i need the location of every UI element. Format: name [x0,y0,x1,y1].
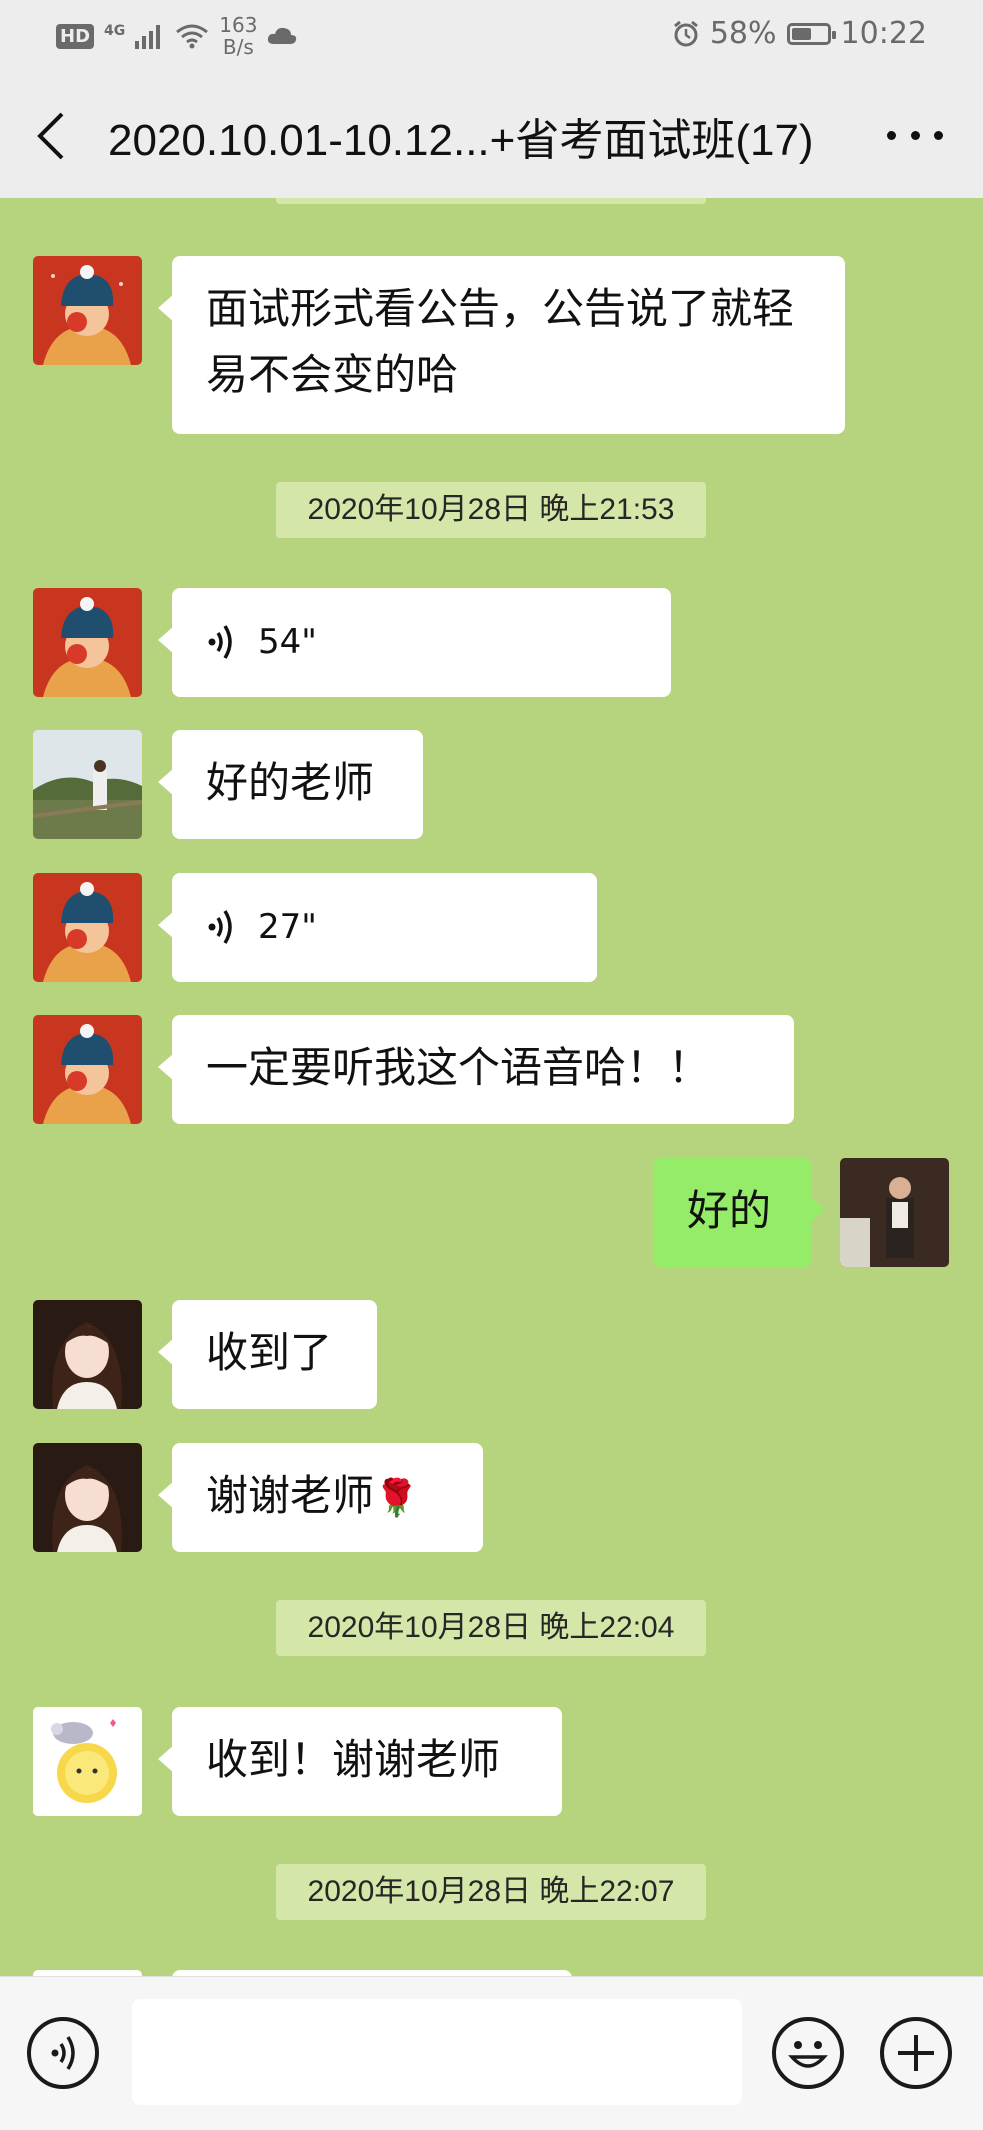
voice-mode-icon[interactable] [27,2017,99,2089]
battery-icon [786,22,836,45]
plus-icon[interactable] [880,2017,952,2089]
avatar-student-girl[interactable] [33,1300,142,1409]
message-text: 一定要听我这个语音哈！！ [206,1043,711,1092]
chat-title: 2020.10.01-10.12...+省考面试班(17) [108,116,814,165]
status-right: 58% 10:22 [672,16,927,51]
status-bar: HD 4G 163 B/s 58% 10:22 [0,0,983,70]
avatar-student-scenery[interactable] [33,730,142,839]
message-text: 收到了 [206,1328,333,1377]
message-text: 收到！谢谢老师 [206,1735,501,1784]
avatar-self[interactable] [840,1158,949,1267]
timestamp-partial [276,198,706,204]
battery-level-fill [791,27,812,40]
message-bubble[interactable]: 收到了 [158,1300,377,1409]
message-bubble[interactable]: 好的老师 [158,730,423,839]
signal-icon [135,25,161,49]
hd-badge: HD [56,23,95,49]
voice-duration: 27" [258,907,317,947]
back-arrow-icon[interactable] [30,108,80,164]
message-text: 谢谢老师 [206,1471,375,1520]
battery-percent: 58% [709,16,777,51]
alarm-icon [673,20,698,46]
avatar-teacher[interactable] [33,588,142,697]
voice-message: 54" [206,609,637,675]
emoji-icon[interactable] [772,2017,844,2089]
chat-header: 2020.10.01-10.12...+省考面试班(17) [0,70,983,198]
timestamp: 2020年10月28日 晚上22:04 [276,1600,706,1656]
message-bubble[interactable]: 面试形式看公告，公告说了就轻易不会变的哈 [158,256,845,434]
wifi-icon [176,24,209,49]
speed-value: 163 [219,13,258,37]
message-text: 好的老师 [206,758,375,807]
more-icon[interactable] [887,110,943,160]
message-bubble-outgoing[interactable]: 好的 [653,1158,825,1267]
message-bubble[interactable]: 收到！谢谢老师 [158,1707,562,1816]
clock: 10:22 [840,16,927,51]
message-bubble[interactable]: 一定要听我这个语音哈！！ [158,1015,794,1124]
voice-wave-icon [208,625,232,659]
timestamp: 2020年10月28日 晚上21:53 [276,482,706,538]
status-left: HD 4G 163 B/s [56,14,297,58]
voice-message-bubble[interactable]: 54" [158,588,671,697]
network-speed: 163 B/s [219,14,257,58]
voice-wave-icon [208,910,232,944]
avatar-teacher[interactable] [33,256,142,365]
timestamp: 2020年10月28日 晚上22:07 [276,1864,706,1920]
input-bar [0,1976,983,2130]
voice-message-bubble[interactable]: 27" [158,873,597,982]
voice-message: 27" [206,894,563,960]
avatar-teacher[interactable] [33,873,142,982]
network-type: 4G [104,23,126,39]
cloud-icon [268,27,297,44]
message-input[interactable] [132,1999,742,2105]
voice-duration: 54" [258,622,317,662]
avatar-student-cartoon[interactable] [33,1707,142,1816]
avatar-teacher[interactable] [33,1015,142,1124]
avatar-student-girl[interactable] [33,1443,142,1552]
chat-message-list[interactable]: 面试形式看公告，公告说了就轻易不会变的哈 2020年10月28日 晚上21:53 [0,198,983,1976]
message-text: 好的 [687,1186,772,1235]
message-bubble[interactable]: 谢谢老师🌹 [158,1443,483,1552]
message-text: 面试形式看公告，公告说了就轻易不会变的哈 [206,284,795,399]
rose-emoji-icon: 🌹 [374,1478,419,1519]
speed-unit: B/s [222,35,254,59]
